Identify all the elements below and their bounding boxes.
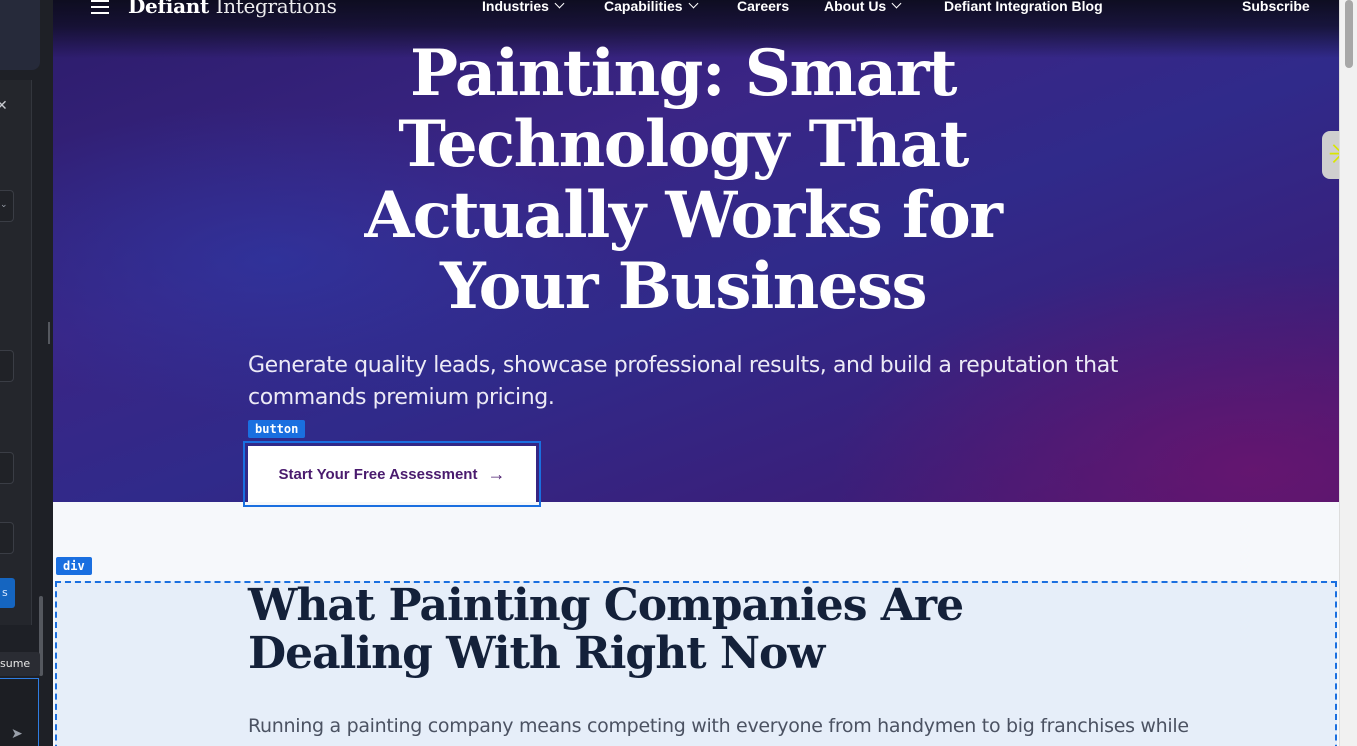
hero-title-line: Actually Works for <box>364 178 1003 253</box>
nav-item-label: Defiant Integration Blog <box>944 0 1103 14</box>
panel-resize-handle[interactable] <box>48 322 50 344</box>
nav-item-label: Subscribe <box>1242 0 1310 14</box>
nav-item-subscribe[interactable]: Subscribe <box>1242 0 1310 14</box>
hero-title: Painting: Smart Technology That Actually… <box>293 38 1073 322</box>
arrow-right-icon: → <box>487 463 506 484</box>
brand-logo[interactable]: Defiant Integrations <box>128 0 337 18</box>
nav-item-capabilities[interactable]: Capabilities <box>604 0 699 14</box>
nav-item-label: Careers <box>737 0 790 14</box>
cta-label: Start Your Free Assessment <box>278 465 478 483</box>
apply-button[interactable]: s <box>0 578 15 608</box>
property-input-2[interactable] <box>0 522 14 554</box>
hero-title-line: Technology That <box>398 107 969 182</box>
chevron-down-icon <box>688 0 699 9</box>
start-assessment-button[interactable]: Start Your Free Assessment → <box>248 446 536 502</box>
element-tag-button: button <box>248 420 306 438</box>
nav-item-label: About Us <box>824 0 887 14</box>
nav-item-label: Industries <box>482 0 549 14</box>
hero-title-line: Your Business <box>439 249 928 324</box>
section-title-line: Dealing With Right Now <box>248 628 825 679</box>
editor-side-panel: ✕ ⌄ s sume ➤ <box>0 0 53 746</box>
brand-name-light: Integrations <box>215 0 337 18</box>
nav-item-about-us[interactable]: About Us <box>824 0 902 14</box>
close-icon[interactable]: ✕ <box>0 98 8 114</box>
brand-name-strong: Defiant <box>128 0 209 18</box>
nav-item-careers[interactable]: Careers <box>737 0 789 14</box>
section-title: What Painting Companies Are Dealing With… <box>248 582 1148 678</box>
section-title-line: What Painting Companies Are <box>248 580 964 631</box>
property-input[interactable] <box>0 452 14 484</box>
page-scrollbar[interactable] <box>1339 0 1357 746</box>
hero-subtitle-line: Generate quality leads, showcase profess… <box>248 353 1119 378</box>
editor-panel-header <box>0 0 40 70</box>
property-field[interactable] <box>0 350 14 382</box>
nav-item-label: Capabilities <box>604 0 683 14</box>
hero-subtitle-line: commands premium pricing. <box>248 385 555 410</box>
hero-title-line: Painting: Smart <box>410 36 957 111</box>
send-icon[interactable]: ➤ <box>11 726 23 742</box>
scrollbar-thumb[interactable] <box>1345 0 1353 68</box>
resume-button[interactable]: sume <box>0 652 40 676</box>
chevron-down-icon: ⌄ <box>0 200 8 210</box>
chevron-down-icon <box>554 0 565 9</box>
hero-subtitle: Generate quality leads, showcase profess… <box>248 350 1148 414</box>
hero-section: Defiant Integrations Industries Capabili… <box>53 0 1339 502</box>
section-body: Running a painting company means competi… <box>248 715 1189 737</box>
nav-item-industries[interactable]: Industries <box>482 0 565 14</box>
nav-item-blog[interactable]: Defiant Integration Blog <box>944 0 1103 14</box>
chevron-down-icon <box>891 0 902 9</box>
hamburger-menu-icon[interactable] <box>91 0 109 14</box>
element-tag-div: div <box>56 557 92 575</box>
page-viewport: Defiant Integrations Industries Capabili… <box>53 0 1339 746</box>
